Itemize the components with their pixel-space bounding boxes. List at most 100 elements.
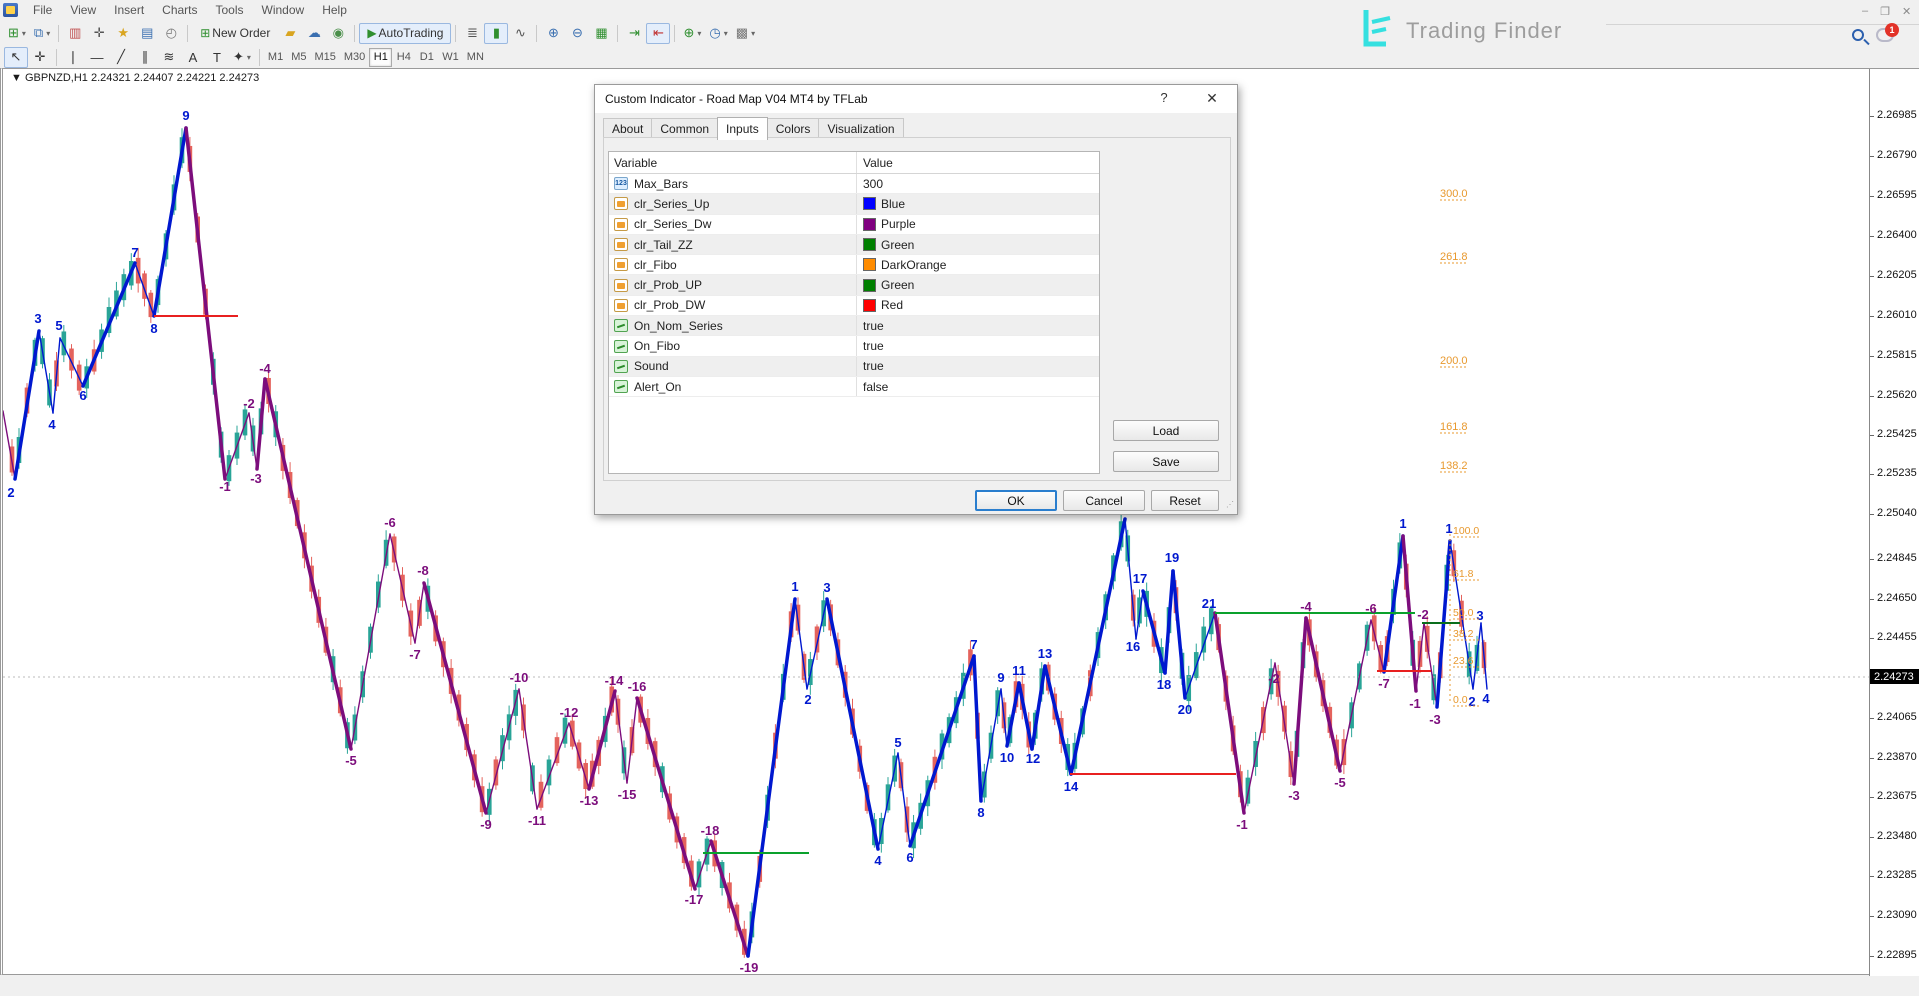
pivot-label: -1: [1236, 817, 1248, 832]
menu-insert[interactable]: Insert: [105, 1, 153, 19]
periods-button-dropdown-icon[interactable]: ▾: [724, 29, 728, 38]
value-cell[interactable]: DarkOrange: [857, 258, 1099, 272]
timeframe-h1[interactable]: H1: [369, 48, 392, 67]
profiles-button[interactable]: ⧉▾: [30, 23, 54, 44]
table-row[interactable]: clr_Prob_DWRed: [609, 296, 1099, 316]
search-icon[interactable]: [1852, 29, 1864, 41]
value-cell[interactable]: Red: [857, 298, 1099, 312]
value-cell[interactable]: true: [857, 319, 1099, 333]
history-center-button[interactable]: ▰: [278, 23, 302, 44]
arrows-button-dropdown-icon[interactable]: ▾: [247, 53, 251, 62]
zoom-in-button[interactable]: ⊕: [541, 23, 565, 44]
indicators-button[interactable]: ⊕▾: [679, 23, 705, 44]
cancel-button[interactable]: Cancel: [1063, 490, 1145, 511]
favorites-button[interactable]: ★: [111, 23, 135, 44]
value-cell[interactable]: false: [857, 380, 1099, 394]
bar-chart-button[interactable]: ≣: [460, 23, 484, 44]
cursor-button[interactable]: ↖: [4, 47, 28, 68]
value-cell[interactable]: Green: [857, 238, 1099, 252]
dialog-titlebar[interactable]: Custom Indicator - Road Map V04 MT4 by T…: [595, 85, 1237, 113]
value-cell[interactable]: Blue: [857, 197, 1099, 211]
save-button[interactable]: Save: [1113, 451, 1219, 472]
table-row[interactable]: 123Max_Bars300: [609, 174, 1099, 194]
horizontal-line-button[interactable]: —: [85, 47, 109, 68]
menu-help[interactable]: Help: [313, 1, 356, 19]
load-button[interactable]: Load: [1113, 420, 1219, 441]
zigzag-segment: [486, 689, 519, 813]
timeframe-w1[interactable]: W1: [438, 48, 463, 67]
channel-button[interactable]: ∥: [133, 47, 157, 68]
timeframe-h4[interactable]: H4: [392, 48, 415, 67]
timeframe-mn[interactable]: MN: [463, 48, 488, 67]
new-order-button[interactable]: ⊞New Order: [192, 23, 278, 44]
profiles-button-dropdown-icon[interactable]: ▾: [46, 29, 50, 38]
menu-charts[interactable]: Charts: [153, 1, 206, 19]
chart-shift-button[interactable]: ⇤: [646, 23, 670, 44]
crosshair-button[interactable]: ✛: [28, 47, 52, 68]
candle-chart-button[interactable]: ▮: [484, 23, 508, 44]
templates-button[interactable]: ▩▾: [732, 23, 759, 44]
reset-button[interactable]: Reset: [1151, 490, 1219, 511]
menu-window[interactable]: Window: [253, 1, 314, 19]
community-button[interactable]: ☁: [302, 23, 326, 44]
timeframe-m1[interactable]: M1: [264, 48, 287, 67]
text-label-button[interactable]: T: [205, 47, 229, 68]
timeframe-m15[interactable]: M15: [310, 48, 339, 67]
dialog-close-icon[interactable]: ✕: [1203, 90, 1221, 108]
table-row[interactable]: clr_Tail_ZZGreen: [609, 235, 1099, 255]
value-cell[interactable]: 300: [857, 177, 1099, 191]
zoom-out-button[interactable]: ⊖: [565, 23, 589, 44]
menu-view[interactable]: View: [61, 1, 105, 19]
mt4-app-icon[interactable]: [3, 3, 18, 17]
market-watch-button[interactable]: ▥: [63, 23, 87, 44]
timeframe-m5[interactable]: M5: [287, 48, 310, 67]
templates-button-dropdown-icon[interactable]: ▾: [751, 29, 755, 38]
table-row[interactable]: clr_FiboDarkOrange: [609, 255, 1099, 275]
web-terminal-button[interactable]: ◉: [326, 23, 350, 44]
table-row[interactable]: clr_Prob_UPGreen: [609, 275, 1099, 295]
autotrading-button[interactable]: ▶AutoTrading: [359, 23, 451, 44]
price-axis[interactable]: 2.269852.267902.265952.264002.262052.260…: [1869, 69, 1919, 976]
menu-tools[interactable]: Tools: [207, 1, 253, 19]
navigator-button[interactable]: ✛: [87, 23, 111, 44]
vertical-line-button[interactable]: ❘: [61, 47, 85, 68]
tab-inputs[interactable]: Inputs: [717, 117, 768, 140]
close-icon[interactable]: ✕: [1902, 5, 1911, 18]
table-row[interactable]: Soundtrue: [609, 357, 1099, 377]
ok-button[interactable]: OK: [975, 490, 1057, 511]
table-row[interactable]: On_Nom_Seriestrue: [609, 316, 1099, 336]
text-button[interactable]: A: [181, 47, 205, 68]
data-window-button[interactable]: ▤: [135, 23, 159, 44]
line-chart-button[interactable]: ∿: [508, 23, 532, 44]
timeframe-m30[interactable]: M30: [340, 48, 369, 67]
variable-cell: clr_Tail_ZZ: [609, 235, 857, 254]
value-cell[interactable]: Purple: [857, 217, 1099, 231]
value-cell[interactable]: Green: [857, 278, 1099, 292]
dialog-help-button[interactable]: ?: [1155, 90, 1173, 108]
table-row[interactable]: clr_Series_UpBlue: [609, 194, 1099, 214]
new-chart-button-dropdown-icon[interactable]: ▾: [22, 29, 26, 38]
table-row[interactable]: Alert_Onfalse: [609, 377, 1099, 397]
new-order-button-glyph: ⊞: [200, 26, 210, 40]
tile-windows-button[interactable]: ▦: [589, 23, 613, 44]
arrows-button[interactable]: ✦▾: [229, 47, 255, 68]
restore-icon[interactable]: ❐: [1880, 5, 1890, 18]
periods-button[interactable]: ◷▾: [705, 23, 731, 44]
table-row[interactable]: On_Fibotrue: [609, 336, 1099, 356]
table-row[interactable]: clr_Series_DwPurple: [609, 215, 1099, 235]
new-chart-button[interactable]: ⊞▾: [4, 23, 30, 44]
trendline-button[interactable]: ╱: [109, 47, 133, 68]
timeframe-d1[interactable]: D1: [415, 48, 438, 67]
value-cell[interactable]: true: [857, 339, 1099, 353]
chat-icon[interactable]: 1: [1876, 28, 1894, 42]
menu-file[interactable]: File: [24, 1, 61, 19]
fibonacci-button[interactable]: ≋: [157, 47, 181, 68]
strategy-tester-button[interactable]: ◴: [159, 23, 183, 44]
value-cell[interactable]: true: [857, 359, 1099, 373]
inputs-table[interactable]: VariableValue123Max_Bars300clr_Series_Up…: [608, 151, 1100, 474]
minimize-icon[interactable]: –: [1862, 5, 1868, 18]
auto-scroll-button[interactable]: ⇥: [622, 23, 646, 44]
zigzag-segment: [1007, 683, 1019, 746]
indicators-button-dropdown-icon[interactable]: ▾: [697, 29, 701, 38]
dialog-resize-grip[interactable]: ⋰: [1226, 503, 1234, 511]
